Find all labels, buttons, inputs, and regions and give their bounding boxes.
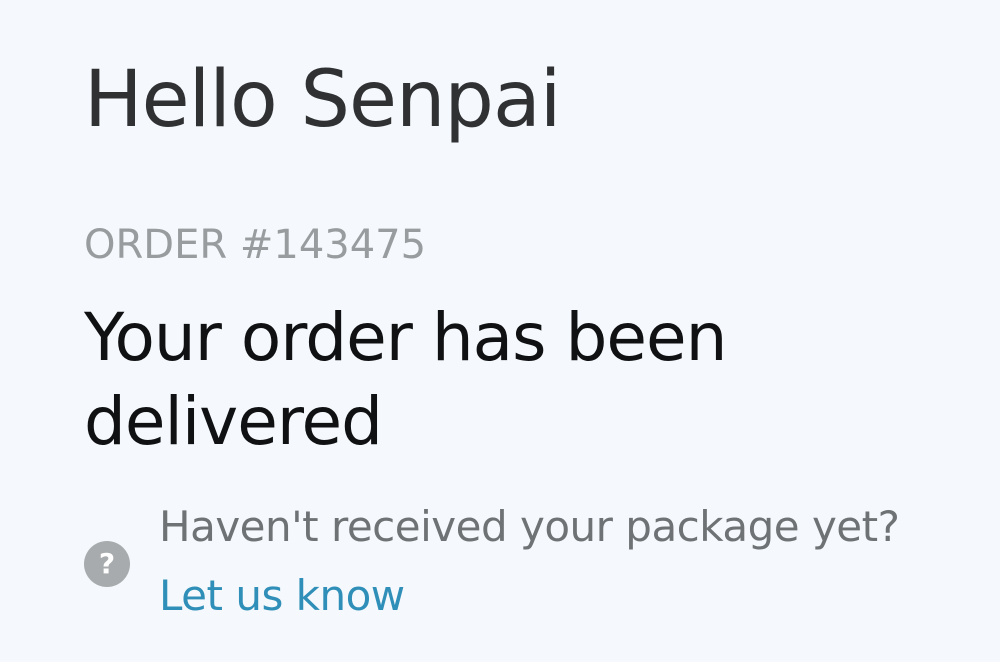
let-us-know-link[interactable]: Let us know	[159, 571, 405, 620]
question-icon: ?	[84, 541, 130, 587]
help-section: ? Haven't received your package yet? Let…	[84, 500, 984, 630]
order-number-label: ORDER #143475	[84, 222, 427, 268]
help-question-text: Haven't received your package yet?	[159, 502, 900, 551]
order-status-panel: Hello Senpai ORDER #143475 Your order ha…	[84, 0, 1000, 662]
order-status-message: Your order has been delivered	[84, 299, 727, 460]
greeting-heading: Hello Senpai	[84, 55, 561, 145]
